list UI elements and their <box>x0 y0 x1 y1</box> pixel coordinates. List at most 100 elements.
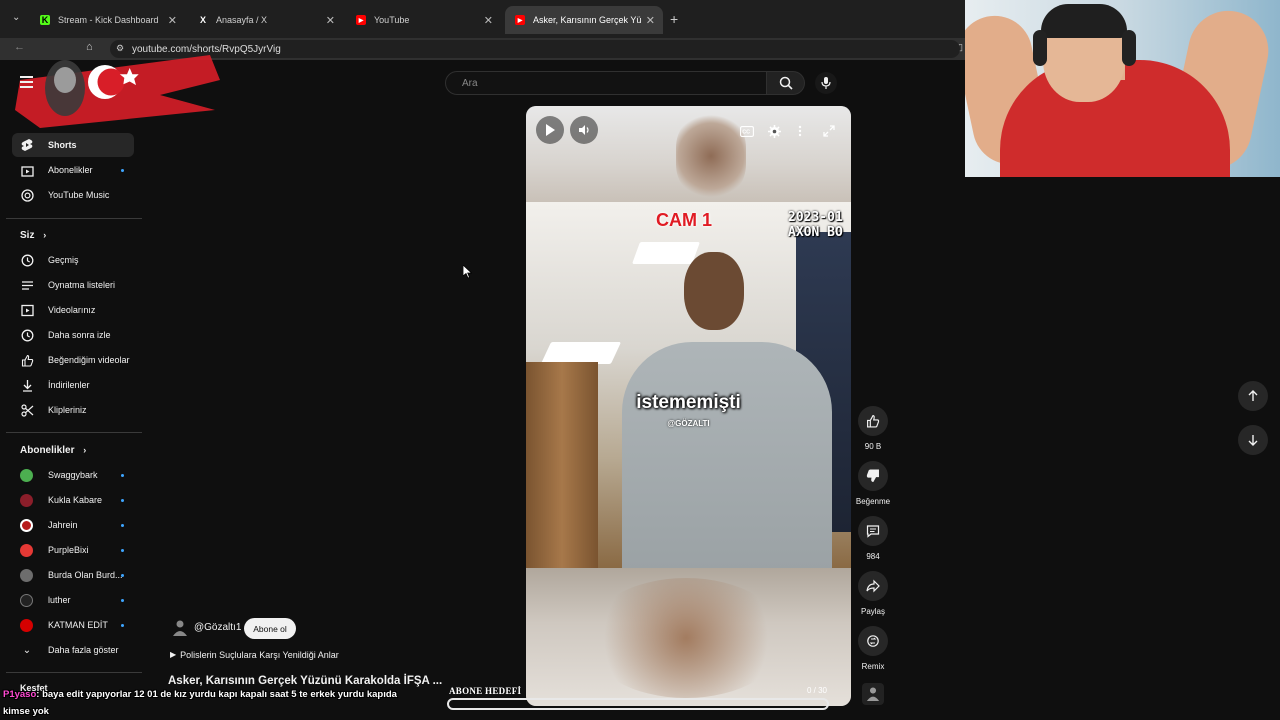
shorts-icon <box>20 138 34 152</box>
sidebar-item-your-videos[interactable]: Videolarınız <box>12 298 134 322</box>
tab-current-short[interactable]: ▶ Asker, Karısının Gerçek Yüzünü ✕ <box>505 6 663 34</box>
gear-icon <box>767 124 781 138</box>
sidebar-item-label: Abonelikler <box>48 165 93 175</box>
url-bar[interactable]: ⚙ youtube.com/shorts/RvpQ5JyrVig <box>110 40 960 58</box>
play-icon <box>546 124 555 136</box>
thumbs-down-icon <box>866 469 879 482</box>
sidebar-item-playlists[interactable]: Oynatma listeleri <box>12 273 134 297</box>
share-icon <box>866 579 880 593</box>
stream-chat-message: P1yaso: baya edit yapıyorlar 12 01 de kı… <box>3 686 423 720</box>
sidebar-channel-katman-edit[interactable]: KATMAN EDİT <box>12 613 134 637</box>
close-tab-icon[interactable]: ✕ <box>484 14 493 27</box>
settings-button[interactable] <box>763 120 785 142</box>
sidebar-item-subscriptions[interactable]: Abonelikler <box>12 158 134 182</box>
tab-label: YouTube <box>374 15 410 25</box>
comment-count: 984 <box>866 552 880 561</box>
chat-username: P1yaso <box>3 689 37 700</box>
voice-search-button[interactable] <box>815 72 837 94</box>
sidebar-item-watch-later[interactable]: Daha sonra izle <box>12 323 134 347</box>
sidebar-item-label: Swaggybark <box>48 470 98 480</box>
next-short-button[interactable] <box>1238 425 1268 455</box>
browser-tab-bar: ⌄ K Stream - Kick Dashboard ✕ X Anasayfa… <box>0 0 965 38</box>
more-vert-icon <box>798 125 802 137</box>
captions-button[interactable]: CC <box>736 120 758 142</box>
sidebar-channel-luther[interactable]: luther <box>12 588 134 612</box>
watch-later-icon <box>20 328 34 342</box>
youtube-favicon-icon: ▶ <box>515 15 525 25</box>
close-tab-icon[interactable]: ✕ <box>168 14 177 27</box>
playlist-title: Polislerin Suçlulara Karşı Yenildiği Anl… <box>180 650 339 660</box>
remix-button[interactable]: Remix <box>855 626 891 671</box>
mouse-cursor-icon <box>463 265 472 279</box>
section-label: Siz <box>20 230 35 241</box>
comments-button[interactable]: 984 <box>855 516 891 561</box>
previous-short-button[interactable] <box>1238 381 1268 411</box>
new-content-dot <box>121 498 124 502</box>
sidebar-you-header[interactable]: Siz › <box>20 230 46 241</box>
kick-favicon-icon: K <box>40 15 50 25</box>
close-tab-icon[interactable]: ✕ <box>646 14 655 27</box>
new-content-dot <box>121 598 124 602</box>
sidebar-item-label: Daha fazla göster <box>48 645 119 655</box>
streamer-webcam <box>965 0 1280 177</box>
share-button[interactable]: Paylaş <box>855 571 891 616</box>
channel-avatar <box>20 543 33 557</box>
sidebar-item-label: Kukla Kabare <box>48 495 103 505</box>
search-button[interactable] <box>767 71 805 95</box>
sidebar-item-clips[interactable]: Klipleriniz <box>12 398 134 422</box>
channel-avatar <box>20 493 33 507</box>
short-video-player[interactable]: CAM 1 2023-01 AXON BO istememişti @GÖZAL… <box>526 106 851 706</box>
sidebar-item-liked-videos[interactable]: Beğendiğim videolar <box>12 348 134 372</box>
video-frame <box>526 202 851 568</box>
sidebar-channel-swaggybark[interactable]: Swaggybark <box>12 463 134 487</box>
your-videos-icon <box>20 303 34 317</box>
sidebar-item-downloads[interactable]: İndirilenler <box>12 373 134 397</box>
history-icon <box>20 253 34 267</box>
close-tab-icon[interactable]: ✕ <box>326 14 335 27</box>
new-content-dot <box>121 168 124 172</box>
more-options-button[interactable] <box>789 120 811 142</box>
menu-icon[interactable] <box>20 76 34 88</box>
channel-avatar[interactable] <box>172 619 188 637</box>
sidebar-item-shorts[interactable]: Shorts <box>12 133 134 157</box>
dislike-label: Beğenme <box>855 497 891 506</box>
tab-label: Asker, Karısının Gerçek Yüzünü <box>533 15 641 25</box>
subscribe-button[interactable]: Abone ol <box>244 618 296 639</box>
sidebar-subscriptions-header[interactable]: Abonelikler › <box>20 445 86 456</box>
svg-text:CC: CC <box>742 129 750 135</box>
dislike-button[interactable]: Beğenme <box>855 461 891 506</box>
tab-youtube[interactable]: ▶ YouTube ✕ <box>346 6 501 34</box>
sidebar-item-youtube-music[interactable]: YouTube Music <box>12 183 134 207</box>
tab-x[interactable]: X Anasayfa / X ✕ <box>188 6 343 34</box>
sidebar-show-more[interactable]: ⌄ Daha fazla göster <box>12 638 134 662</box>
play-button[interactable] <box>536 116 564 144</box>
volume-button[interactable] <box>570 116 598 144</box>
microphone-icon <box>821 77 831 89</box>
camera-timestamp: 2023-01 AXON BO <box>788 210 843 240</box>
fullscreen-button[interactable] <box>818 120 840 142</box>
goal-count: 0 / 30 <box>806 686 827 695</box>
tab-list-icon[interactable]: ⌄ <box>12 12 20 23</box>
subscriber-goal-widget: ABONE HEDEFİ 0 / 30 <box>447 684 829 712</box>
channel-name[interactable]: @Gözaltı1 <box>194 622 241 633</box>
sidebar-channel-jahrein[interactable]: Jahrein <box>12 513 134 537</box>
comment-icon <box>866 525 880 538</box>
sidebar-item-history[interactable]: Geçmiş <box>12 248 134 272</box>
chevron-right-icon: › <box>83 445 87 455</box>
like-button[interactable]: 90 B <box>855 406 891 451</box>
playlist-link[interactable]: ▶ Polislerin Suçlulara Karşı Yenildiği A… <box>170 650 339 660</box>
sidebar-item-label: PurpleBixi <box>48 545 89 555</box>
sidebar-item-label: Jahrein <box>48 520 78 530</box>
tab-kick-dashboard[interactable]: K Stream - Kick Dashboard ✕ <box>30 6 185 34</box>
sidebar-divider <box>6 432 142 433</box>
sidebar-channel-purplebixi[interactable]: PurpleBixi <box>12 538 134 562</box>
chevron-down-icon: ⌄ <box>22 644 32 656</box>
search-input[interactable]: Ara <box>445 71 767 95</box>
section-label: Abonelikler <box>20 445 75 456</box>
sidebar-channel-burda-olan[interactable]: Burda Olan Burd... <box>12 563 134 587</box>
sound-thumbnail[interactable] <box>862 683 884 705</box>
sidebar-item-label: luther <box>48 595 71 605</box>
new-tab-icon[interactable]: + <box>670 11 678 27</box>
thumbs-up-icon <box>867 415 880 428</box>
sidebar-channel-kukla-kabare[interactable]: Kukla Kabare <box>12 488 134 512</box>
